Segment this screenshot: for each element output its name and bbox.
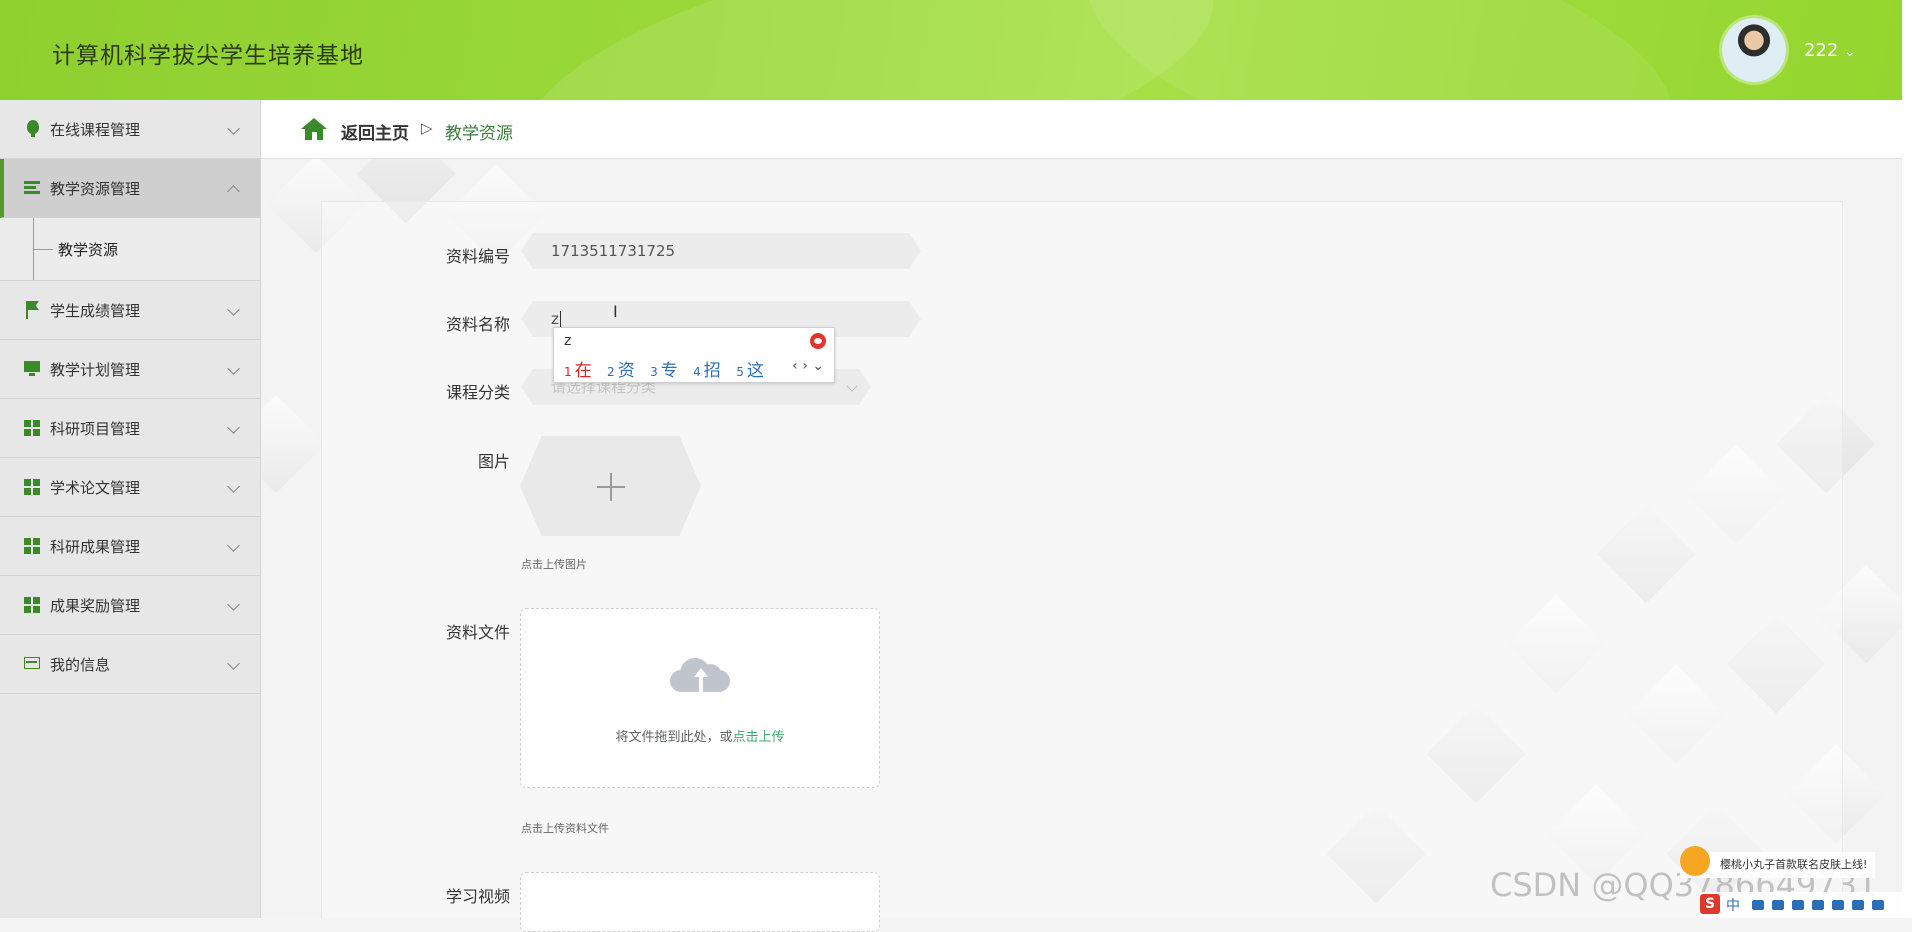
- skin-icon[interactable]: [1812, 900, 1824, 910]
- ime-candidate[interactable]: 5这: [736, 356, 764, 381]
- toolbox-icon[interactable]: [1832, 900, 1844, 910]
- ime-candidate-popup: z 1在 2资 3专 4招 5这 ‹ › ⌄: [553, 327, 835, 383]
- sidebar-subitem-label[interactable]: 教学资源: [58, 239, 118, 260]
- game-icon[interactable]: [1852, 900, 1864, 910]
- sogou-tray-logo[interactable]: S: [1700, 894, 1720, 914]
- chevron-down-icon: [227, 598, 240, 611]
- sidebar-item-teaching-plan[interactable]: 教学计划管理: [0, 340, 260, 399]
- id-field[interactable]: 1713511731725: [521, 233, 921, 269]
- punctuation-icon[interactable]: [1752, 900, 1764, 910]
- ime-language-toggle[interactable]: 中: [1726, 895, 1740, 915]
- file-drop-zone[interactable]: [520, 608, 880, 788]
- tree-branch: [33, 249, 53, 250]
- sidebar-item-label: 在线课程管理: [50, 120, 141, 139]
- main-content: 返回主页 ▷ 教学资源: [261, 100, 1902, 918]
- ime-typed-text: z: [564, 333, 572, 349]
- sidebar-subitem-teaching-resource[interactable]: 教学资源: [0, 218, 260, 281]
- text-cursor-icon: I: [613, 302, 618, 321]
- sidebar-item-academic-paper[interactable]: 学术论文管理: [0, 458, 260, 517]
- grid-icon: [24, 419, 42, 437]
- sidebar-item-label: 科研项目管理: [50, 419, 141, 438]
- top-header: 计算机科学拔尖学生培养基地 222 ⌄: [0, 0, 1902, 100]
- list-icon: [24, 179, 42, 197]
- chevron-down-icon: [227, 657, 240, 670]
- plus-icon: [610, 473, 612, 501]
- drop-instruction: 将文件拖到此处，或: [615, 730, 733, 745]
- image-hint: 点击上传图片: [521, 558, 587, 571]
- upload-cloud-icon: [670, 650, 730, 692]
- sidebar-item-label: 我的信息: [50, 655, 111, 674]
- grid-icon: [24, 478, 42, 496]
- sidebar-item-research-result[interactable]: 科研成果管理: [0, 517, 260, 576]
- username[interactable]: 222: [1804, 40, 1838, 61]
- chevron-down-icon[interactable]: ⌄: [1844, 44, 1856, 60]
- sogou-logo-icon: [810, 333, 826, 349]
- header-decoration: [1062, 0, 1698, 100]
- ime-candidate[interactable]: 4招: [693, 356, 721, 381]
- breadcrumb-separator-icon: ▷: [421, 119, 433, 137]
- card-icon: [24, 655, 42, 673]
- category-label: 课程分类: [445, 383, 510, 402]
- chevron-down-icon: [227, 122, 240, 135]
- grid-icon: [24, 537, 42, 555]
- sidebar: 在线课程管理 教学资源管理 教学资源 学生成绩管理 教学计划管理 科研项目管理 …: [0, 100, 261, 918]
- ime-candidates: 1在 2资 3专 4招 5这: [564, 356, 774, 381]
- sidebar-item-label: 学生成绩管理: [50, 301, 141, 320]
- flag-icon: [24, 301, 42, 319]
- ime-page-nav[interactable]: ‹ › ⌄: [792, 358, 824, 374]
- site-title: 计算机科学拔尖学生培养基地: [52, 43, 364, 69]
- sidebar-item-label: 成果奖励管理: [50, 596, 141, 615]
- name-value: z: [551, 310, 559, 328]
- sidebar-item-result-award[interactable]: 成果奖励管理: [0, 576, 260, 635]
- chevron-up-icon: [227, 185, 240, 198]
- id-label: 资料编号: [445, 247, 510, 266]
- sidebar-item-research-project[interactable]: 科研项目管理: [0, 399, 260, 458]
- keyboard-icon[interactable]: [1792, 900, 1804, 910]
- video-label: 学习视频: [445, 887, 510, 906]
- chevron-down-icon: [227, 539, 240, 552]
- chevron-down-icon: [227, 421, 240, 434]
- upload-link[interactable]: 点击上传: [733, 730, 785, 745]
- sidebar-item-label: 学术论文管理: [50, 478, 141, 497]
- monitor-icon: [24, 360, 42, 378]
- ime-candidate[interactable]: 3专: [650, 356, 678, 381]
- ime-candidate[interactable]: 2资: [607, 356, 635, 381]
- sun-mascot-icon: [1680, 846, 1710, 876]
- avatar[interactable]: [1722, 18, 1786, 82]
- text-caret: [560, 311, 561, 328]
- grid-menu-icon[interactable]: [1872, 900, 1884, 910]
- scrollbar[interactable]: [1902, 0, 1912, 918]
- sidebar-item-online-course[interactable]: 在线课程管理: [0, 100, 260, 159]
- breadcrumb-current: 教学资源: [445, 124, 513, 144]
- chevron-down-icon: [227, 480, 240, 493]
- name-label: 资料名称: [445, 315, 510, 334]
- chevron-down-icon: [227, 362, 240, 375]
- image-label: 图片: [477, 452, 510, 471]
- home-icon[interactable]: [301, 118, 327, 140]
- breadcrumb: 返回主页 ▷ 教学资源: [261, 100, 1902, 159]
- grid-icon: [24, 596, 42, 614]
- id-value: 1713511731725: [551, 242, 676, 260]
- ime-candidate[interactable]: 1在: [564, 356, 592, 381]
- bulb-icon: [24, 120, 42, 138]
- sidebar-item-student-grades[interactable]: 学生成绩管理: [0, 281, 260, 340]
- file-drop-text: 将文件拖到此处，或点击上传: [520, 726, 880, 745]
- file-label: 资料文件: [445, 623, 510, 642]
- user-menu[interactable]: 222 ⌄: [1804, 40, 1856, 61]
- microphone-icon[interactable]: [1772, 900, 1784, 910]
- sidebar-item-teaching-resource[interactable]: 教学资源管理: [0, 159, 260, 218]
- video-drop-zone[interactable]: [520, 872, 880, 932]
- chevron-down-icon: [227, 303, 240, 316]
- sidebar-item-label: 教学计划管理: [50, 360, 141, 379]
- sidebar-item-label: 教学资源管理: [50, 179, 141, 198]
- file-hint: 点击上传资料文件: [521, 822, 609, 835]
- breadcrumb-home-link[interactable]: 返回主页: [341, 119, 409, 144]
- sidebar-item-my-info[interactable]: 我的信息: [0, 635, 260, 694]
- sidebar-item-label: 科研成果管理: [50, 537, 141, 556]
